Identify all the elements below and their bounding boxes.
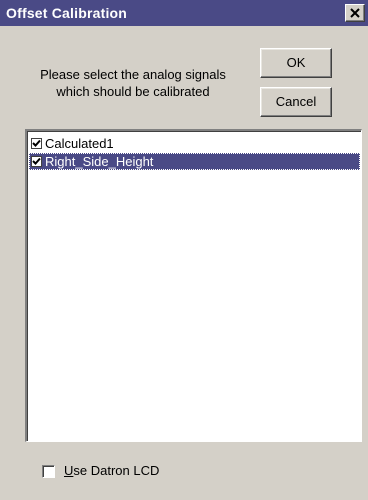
use-datron-lcd-accelerator: U xyxy=(64,463,74,478)
instruction-text: Please select the analog signals which s… xyxy=(18,66,248,100)
ok-button[interactable]: OK xyxy=(260,48,332,78)
signal-list-item-selected[interactable]: Right_Side_Height xyxy=(29,153,360,170)
instruction-line-2: which should be calibrated xyxy=(56,84,210,99)
signal-label: Calculated1 xyxy=(45,136,114,151)
checkmark-icon xyxy=(32,157,41,165)
signal-list-item[interactable]: Calculated1 xyxy=(29,135,360,152)
signal-checkbox[interactable] xyxy=(31,138,42,149)
signal-checkbox[interactable] xyxy=(31,156,42,167)
instruction-line-1: Please select the analog signals xyxy=(40,67,226,82)
use-datron-lcd-text: se Datron LCD xyxy=(73,463,160,478)
signal-label: Right_Side_Height xyxy=(45,154,154,169)
cancel-button[interactable]: Cancel xyxy=(260,87,332,117)
close-button[interactable] xyxy=(345,4,365,22)
title-bar[interactable]: Offset Calibration xyxy=(0,0,368,26)
dialog-title: Offset Calibration xyxy=(6,5,128,21)
use-datron-lcd-checkbox[interactable] xyxy=(42,465,55,478)
close-icon xyxy=(350,8,360,18)
signal-list[interactable]: Calculated1 Right_Side_Height xyxy=(25,129,362,442)
checkmark-icon xyxy=(32,139,41,147)
offset-calibration-dialog: Offset Calibration Please select the ana… xyxy=(0,0,368,500)
use-datron-lcd-label[interactable]: Use Datron LCD xyxy=(64,463,159,478)
